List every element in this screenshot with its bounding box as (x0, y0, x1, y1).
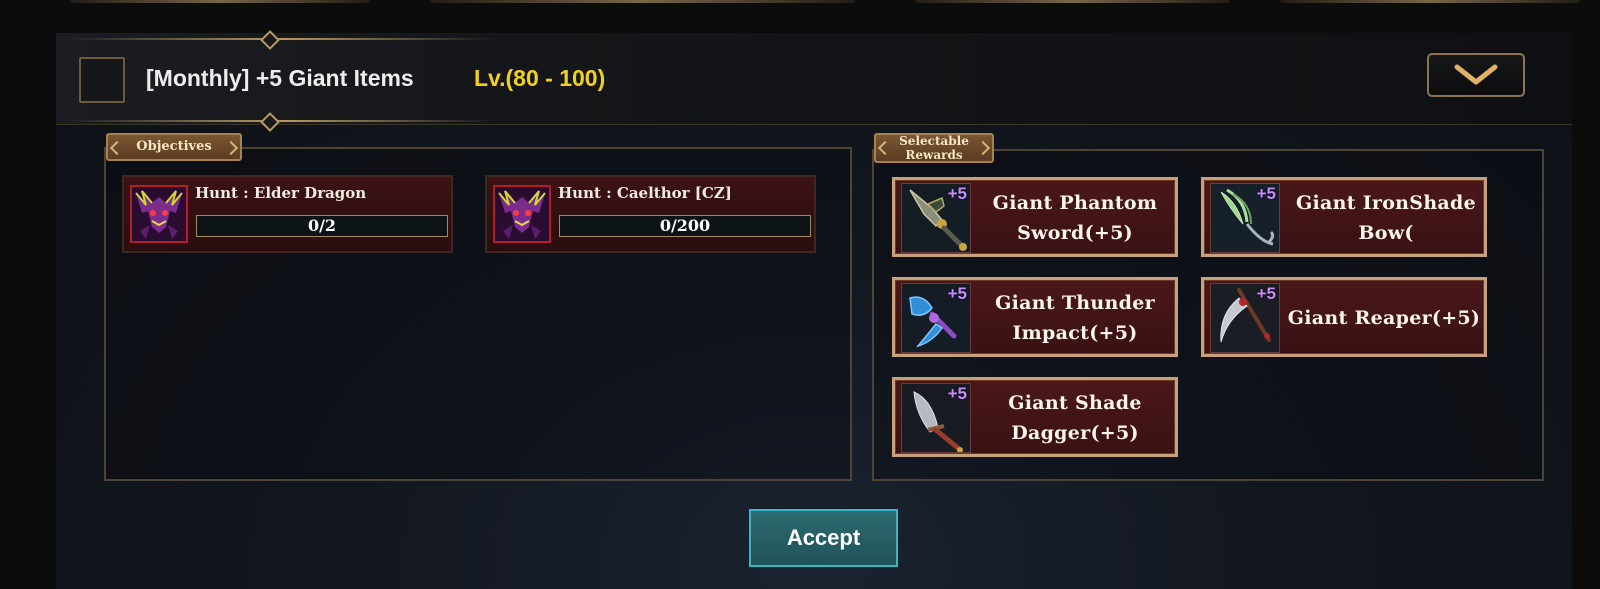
top-tab-strip (0, 0, 1600, 10)
reward-badge: +5 (947, 184, 967, 203)
reward-item-ironshade-bow[interactable]: +5 Giant IronShade Bow( (1201, 177, 1487, 257)
objective-item-elder-dragon[interactable]: Hunt : Elder Dragon 0/2 (122, 175, 453, 253)
demon-icon (493, 185, 551, 243)
quest-panel: [Monthly] +5 Giant Items Lv.(80 - 100) O… (56, 30, 1572, 589)
reward-name: Giant Thunder Impact(+5) (995, 292, 1155, 344)
objectives-label: Objectives (106, 133, 242, 161)
reward-item-phantom-sword[interactable]: +5 Giant Phantom Sword(+5) (892, 177, 1178, 257)
accept-button[interactable]: Accept (749, 509, 898, 567)
reward-badge: +5 (947, 384, 967, 403)
quest-header[interactable]: [Monthly] +5 Giant Items Lv.(80 - 100) (56, 30, 1572, 132)
progress-text: 0/2 (307, 216, 337, 235)
quest-title: [Monthly] +5 Giant Items (146, 65, 414, 91)
progress-text: 0/200 (659, 216, 711, 235)
header-top-ornament (66, 38, 496, 40)
reward-badge: +5 (1256, 184, 1276, 203)
rewards-label: Selectable Rewards (874, 133, 994, 163)
reward-name: Giant Phantom Sword(+5) (992, 192, 1158, 244)
axe-icon: +5 (901, 283, 971, 353)
objective-progress-bar: 0/200 (559, 215, 811, 237)
quest-level: Lv.(80 - 100) (474, 65, 606, 91)
header-bottom-gem (260, 112, 280, 132)
objective-progress-bar: 0/2 (196, 215, 448, 237)
collapse-button[interactable] (1427, 53, 1525, 97)
objective-item-caelthor[interactable]: Hunt : Caelthor [CZ] 0/200 (485, 175, 816, 253)
sword-icon: +5 (901, 183, 971, 253)
reward-name: Giant Reaper(+5) (1287, 307, 1481, 329)
objective-name: Hunt : Elder Dragon (195, 184, 367, 202)
header-bottom-ornament (66, 120, 496, 122)
quest-checkbox[interactable] (79, 57, 125, 103)
reward-badge: +5 (1256, 284, 1276, 303)
chevron-down-icon (1454, 64, 1498, 85)
objective-name: Hunt : Caelthor [CZ] (558, 184, 732, 202)
scythe-icon: +5 (1210, 283, 1280, 353)
reward-item-shade-dagger[interactable]: +5 Giant Shade Dagger(+5) (892, 377, 1178, 457)
bow-icon: +5 (1210, 183, 1280, 253)
reward-badge: +5 (947, 284, 967, 303)
reward-item-reaper[interactable]: +5 Giant Reaper(+5) (1201, 277, 1487, 357)
reward-name: Giant Shade Dagger(+5) (1008, 392, 1142, 444)
reward-item-thunder-impact[interactable]: +5 Giant Thunder Impact(+5) (892, 277, 1178, 357)
dagger-icon: +5 (901, 383, 971, 453)
reward-name: Giant IronShade Bow( (1295, 192, 1477, 244)
header-top-gem (260, 30, 280, 50)
demon-icon (130, 185, 188, 243)
